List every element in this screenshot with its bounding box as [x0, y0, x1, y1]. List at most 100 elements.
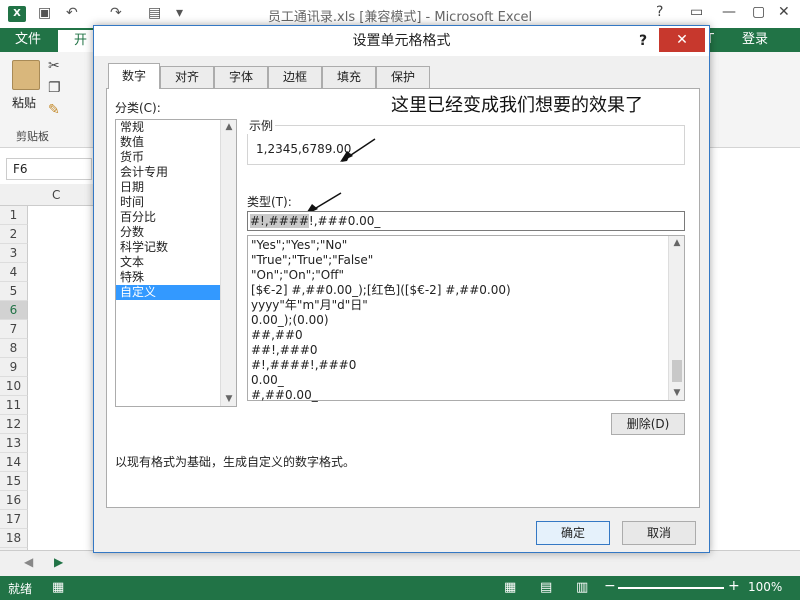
format-item[interactable]: ##!,###0: [248, 343, 684, 358]
zoom-level[interactable]: 100%: [748, 580, 782, 594]
row-header[interactable]: 13: [0, 434, 28, 453]
format-description: 以现有格式为基础，生成自定义的数字格式。: [115, 455, 356, 469]
tab-alignment[interactable]: 对齐: [160, 66, 214, 88]
category-item[interactable]: 常规: [116, 120, 236, 135]
category-item[interactable]: 自定义: [116, 285, 236, 300]
category-item[interactable]: 数值: [116, 135, 236, 150]
name-box[interactable]: F6: [6, 158, 92, 180]
tab-home[interactable]: 开始: [58, 30, 98, 70]
category-list[interactable]: 常规 数值 货币 会计专用 日期 时间 百分比 分数 科学记数 文本 特殊 自定义 ▲ ▼: [115, 119, 237, 407]
column-header-row: C: [0, 184, 100, 206]
type-label: 类型(T):: [247, 195, 292, 209]
format-item[interactable]: 0.00_);(0.00): [248, 313, 684, 328]
title-bar: X ▣ ↶ ↷ ▤ ▾ 员工通讯录.xls [兼容模式] - Microsoft…: [0, 0, 800, 28]
dialog-close-button[interactable]: ✕: [659, 28, 705, 52]
row-header[interactable]: 7: [0, 320, 28, 339]
annotation-text: 这里已经变成我们想要的效果了: [391, 95, 643, 116]
category-item[interactable]: 日期: [116, 180, 236, 195]
format-scrollbar[interactable]: ▲ ▼: [668, 236, 684, 400]
row-header[interactable]: 18: [0, 529, 28, 548]
tab-border[interactable]: 边框: [268, 66, 322, 88]
row-header[interactable]: 17: [0, 510, 28, 529]
status-ready: 就绪: [8, 582, 33, 596]
format-item[interactable]: #,##0.00_: [248, 388, 684, 403]
dialog-title: 设置单元格格式: [94, 26, 709, 56]
format-item[interactable]: "Yes";"Yes";"No": [248, 238, 684, 253]
format-item[interactable]: [$€-2] #,##0.00_);[红色]([$€-2] #,##0.00): [248, 283, 684, 298]
delete-button[interactable]: 删除(D): [611, 413, 685, 435]
format-item[interactable]: 0.00_: [248, 373, 684, 388]
row-header[interactable]: 9: [0, 358, 28, 377]
category-item[interactable]: 特殊: [116, 270, 236, 285]
format-painter-icon[interactable]: ✎: [48, 102, 60, 118]
row-header[interactable]: 12: [0, 415, 28, 434]
paste-button-label[interactable]: 粘贴: [12, 94, 36, 111]
category-scrollbar[interactable]: ▲ ▼: [220, 120, 236, 406]
category-label: 分类(C):: [115, 101, 161, 115]
tab-fill[interactable]: 填充: [322, 66, 376, 88]
row-header[interactable]: 2: [0, 225, 28, 244]
row-header[interactable]: 14: [0, 453, 28, 472]
sample-box: 1,2345,6789.00: [247, 125, 685, 165]
zoom-in-icon[interactable]: +: [728, 578, 740, 594]
scroll-up-icon[interactable]: ▲: [669, 238, 685, 248]
tab-font[interactable]: 字体: [214, 66, 268, 88]
type-input[interactable]: #!,####!,###0.00_: [247, 211, 685, 231]
cancel-button[interactable]: 取消: [622, 521, 696, 545]
paste-icon[interactable]: [12, 60, 40, 90]
row-header[interactable]: 6: [0, 301, 28, 320]
dialog-help-icon[interactable]: ?: [639, 26, 647, 56]
row-header[interactable]: 3: [0, 244, 28, 263]
sheet-tab-bar: ◀ ▶: [0, 550, 800, 576]
category-item[interactable]: 会计专用: [116, 165, 236, 180]
scroll-down-icon[interactable]: ▼: [669, 388, 685, 398]
row-header[interactable]: 16: [0, 491, 28, 510]
format-item[interactable]: "True";"True";"False": [248, 253, 684, 268]
format-list[interactable]: "Yes";"Yes";"No" "True";"True";"False" "On…: [247, 235, 685, 403]
format-item[interactable]: yyyy"年"m"月"d"日": [248, 298, 684, 313]
type-input-rest-text: !,###0.00_: [308, 214, 381, 228]
macro-record-icon[interactable]: ▦: [52, 580, 64, 595]
row-header[interactable]: 5: [0, 282, 28, 301]
category-item[interactable]: 科学记数: [116, 240, 236, 255]
scroll-thumb[interactable]: [672, 360, 682, 382]
format-item[interactable]: "On";"On";"Off": [248, 268, 684, 283]
page-break-view-icon[interactable]: ▥: [576, 580, 588, 595]
scroll-down-icon[interactable]: ▼: [221, 394, 237, 404]
zoom-out-icon[interactable]: −: [604, 578, 616, 594]
row-header[interactable]: 15: [0, 472, 28, 491]
tab-number[interactable]: 数字: [108, 63, 160, 89]
minimize-icon[interactable]: —: [722, 4, 736, 20]
login-link[interactable]: 登录: [742, 28, 768, 52]
row-header[interactable]: 11: [0, 396, 28, 415]
row-header[interactable]: 1: [0, 206, 28, 225]
normal-view-icon[interactable]: ▦: [504, 580, 516, 595]
zoom-slider[interactable]: [618, 587, 724, 589]
row-header[interactable]: 4: [0, 263, 28, 282]
page-layout-view-icon[interactable]: ▤: [540, 580, 552, 595]
category-item[interactable]: 货币: [116, 150, 236, 165]
window-title: 员工通讯录.xls [兼容模式] - Microsoft Excel: [267, 10, 533, 25]
format-item[interactable]: ##,##0: [248, 328, 684, 343]
tab-file[interactable]: 文件: [0, 28, 56, 52]
help-icon[interactable]: ?: [656, 4, 663, 20]
scroll-up-icon[interactable]: ▲: [221, 122, 237, 132]
category-item[interactable]: 文本: [116, 255, 236, 270]
format-item[interactable]: #!,####!,###0: [248, 358, 684, 373]
sheet-prev-icon[interactable]: ◀: [24, 555, 33, 569]
category-item[interactable]: 分数: [116, 225, 236, 240]
column-header-c[interactable]: C: [52, 188, 60, 202]
row-header[interactable]: 10: [0, 377, 28, 396]
annotation-arrow-sample: [340, 138, 376, 162]
category-item[interactable]: 百分比: [116, 210, 236, 225]
row-header[interactable]: 8: [0, 339, 28, 358]
maximize-icon[interactable]: ▢: [752, 4, 765, 20]
sheet-next-icon[interactable]: ▶: [54, 555, 63, 569]
ok-button[interactable]: 确定: [536, 521, 610, 545]
ribbon-options-icon[interactable]: ▭: [690, 4, 703, 20]
copy-icon[interactable]: ❐: [48, 80, 61, 96]
tab-protection[interactable]: 保护: [376, 66, 430, 88]
category-item[interactable]: 时间: [116, 195, 236, 210]
cut-icon[interactable]: ✂: [48, 58, 60, 74]
close-window-icon[interactable]: ✕: [778, 4, 790, 20]
